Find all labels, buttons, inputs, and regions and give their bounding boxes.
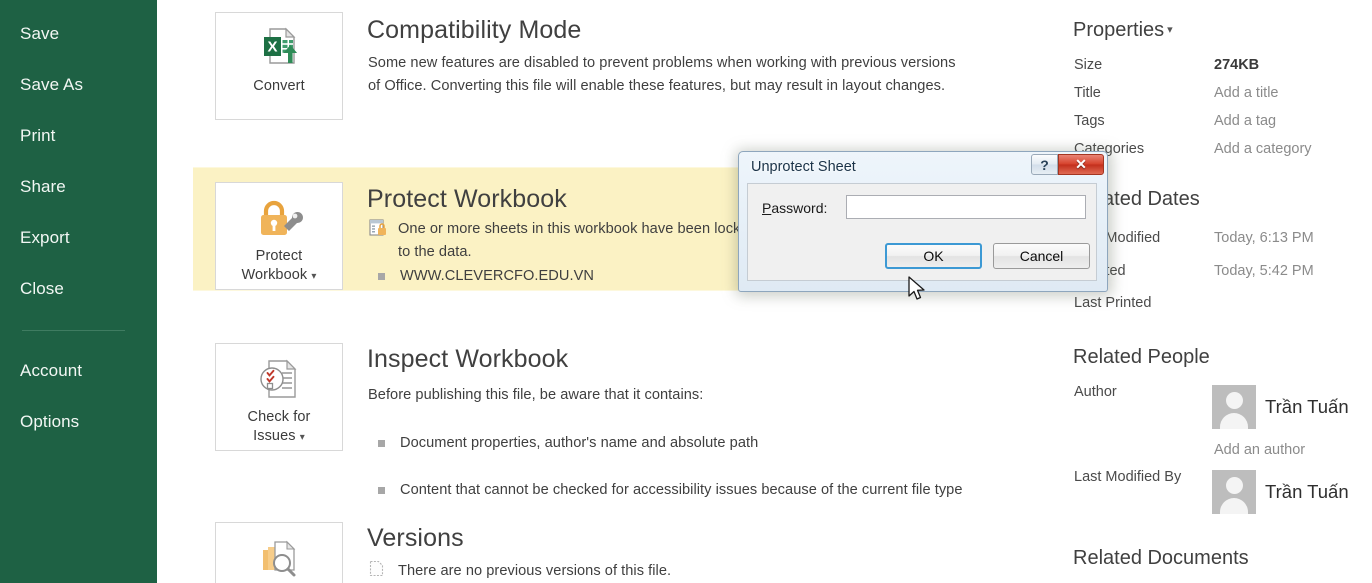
square-bullet-icon <box>378 273 385 280</box>
protect-tile-line2: Workbook <box>241 267 308 283</box>
sidebar-item-account[interactable]: Account <box>20 361 82 381</box>
convert-button[interactable]: X Convert <box>215 12 343 120</box>
property-value-categories[interactable]: Add a category <box>1214 141 1312 157</box>
sidebar-item-export[interactable]: Export <box>20 228 70 248</box>
lock-key-icon <box>253 189 305 247</box>
inspect-bullet-item: Document properties, author's name and a… <box>368 432 988 455</box>
mouse-cursor <box>908 276 928 304</box>
last-modified-by-entry[interactable]: Trần Tuấn <box>1212 470 1349 514</box>
inspect-bullet-text: Document properties, author's name and a… <box>400 435 759 451</box>
sidebar-item-options[interactable]: Options <box>20 412 79 432</box>
password-label-rest: assword: <box>771 200 828 216</box>
sidebar-item-close[interactable]: Close <box>20 279 64 299</box>
protect-workbook-tile-label: Protect Workbook ▾ <box>241 247 316 286</box>
inspect-workbook-title: Inspect Workbook <box>367 345 569 373</box>
protect-workbook-button[interactable]: Protect Workbook ▾ <box>215 182 343 290</box>
avatar <box>1212 385 1256 429</box>
property-value-title[interactable]: Add a title <box>1214 85 1279 101</box>
inspect-workbook-body: Before publishing this file, be aware th… <box>368 387 704 403</box>
version-file-icon <box>369 560 387 578</box>
chevron-down-icon[interactable]: ▾ <box>300 432 305 443</box>
properties-heading-text: Properties <box>1073 19 1165 41</box>
sidebar-divider <box>22 330 125 331</box>
protect-tile-line1: Protect <box>255 248 303 264</box>
password-input[interactable] <box>846 195 1086 219</box>
sidebar-item-share[interactable]: Share <box>20 177 66 197</box>
cancel-button[interactable]: Cancel <box>993 243 1090 269</box>
check-issues-line1: Check for <box>247 409 311 425</box>
check-issues-icon <box>255 350 303 408</box>
locked-sheet-icon <box>369 219 387 237</box>
avatar <box>1212 470 1256 514</box>
versions-title: Versions <box>367 524 464 552</box>
property-value-size: 274KB <box>1214 57 1260 73</box>
dialog-title-bar[interactable]: Unprotect Sheet ? ✕ <box>741 154 1105 184</box>
related-people-heading: Related People <box>1073 346 1210 368</box>
excel-backstage-info-screen: Save Save As Print Share Export Close Ac… <box>0 0 1372 583</box>
square-bullet-icon <box>378 487 385 494</box>
property-key-tags: Tags <box>1074 113 1105 129</box>
square-bullet-icon <box>378 440 385 447</box>
protect-workbook-bullet-text: WWW.CLEVERCFO.EDU.VN <box>400 268 594 284</box>
people-key-author: Author <box>1074 384 1117 400</box>
date-value-last-modified: Today, 6:13 PM <box>1214 230 1314 246</box>
manage-versions-button[interactable]: Manage <box>215 522 343 583</box>
sidebar-item-save-as[interactable]: Save As <box>20 75 83 95</box>
compatibility-mode-body: Some new features are disabled to preven… <box>368 55 956 94</box>
properties-heading[interactable]: Properties ▾ <box>1073 19 1173 42</box>
close-icon[interactable]: ✕ <box>1058 154 1104 175</box>
dialog-title: Unprotect Sheet <box>751 159 856 175</box>
convert-tile-label: Convert <box>253 78 305 94</box>
compatibility-mode-title: Compatibility Mode <box>367 16 582 44</box>
unprotect-sheet-dialog: Unprotect Sheet ? ✕ Password: OK Cancel <box>738 151 1108 292</box>
sidebar-item-save[interactable]: Save <box>20 24 59 44</box>
chevron-down-icon[interactable]: ▾ <box>1167 24 1173 36</box>
dialog-body: Password: OK Cancel <box>747 183 1097 281</box>
svg-text:X: X <box>267 39 277 56</box>
inspect-bullet-item: Content that cannot be checked for acces… <box>368 479 968 502</box>
author-entry[interactable]: Trần Tuấn <box>1212 385 1349 429</box>
chevron-down-icon[interactable]: ▾ <box>311 271 316 282</box>
help-icon[interactable]: ? <box>1031 154 1058 175</box>
last-modified-by-name: Trần Tuấn <box>1265 481 1349 502</box>
password-label-accel: P <box>762 200 772 216</box>
protect-workbook-title: Protect Workbook <box>367 185 567 213</box>
sidebar-item-print[interactable]: Print <box>20 126 55 146</box>
author-name: Trần Tuấn <box>1265 396 1349 417</box>
inspect-bullet-text: Content that cannot be checked for acces… <box>400 482 963 498</box>
related-documents-heading: Related Documents <box>1073 547 1249 569</box>
check-for-issues-button[interactable]: Check for Issues ▾ <box>215 343 343 451</box>
date-key-last-printed: Last Printed <box>1074 295 1152 311</box>
check-issues-line2: Issues <box>253 428 296 444</box>
versions-icon <box>255 529 303 583</box>
password-label: Password: <box>762 200 827 216</box>
versions-note: There are no previous versions of this f… <box>398 563 672 579</box>
ok-button[interactable]: OK <box>885 243 982 269</box>
date-value-created: Today, 5:42 PM <box>1214 263 1314 279</box>
property-key-title: Title <box>1074 85 1101 101</box>
excel-convert-icon: X <box>254 19 304 77</box>
check-issues-tile-label: Check for Issues ▾ <box>248 408 311 447</box>
property-key-size: Size <box>1074 57 1103 73</box>
backstage-sidebar: Save Save As Print Share Export Close Ac… <box>0 0 157 583</box>
add-an-author-link[interactable]: Add an author <box>1214 442 1305 458</box>
people-key-last-modified-by: Last Modified By <box>1074 469 1182 485</box>
property-value-tags[interactable]: Add a tag <box>1214 113 1276 129</box>
